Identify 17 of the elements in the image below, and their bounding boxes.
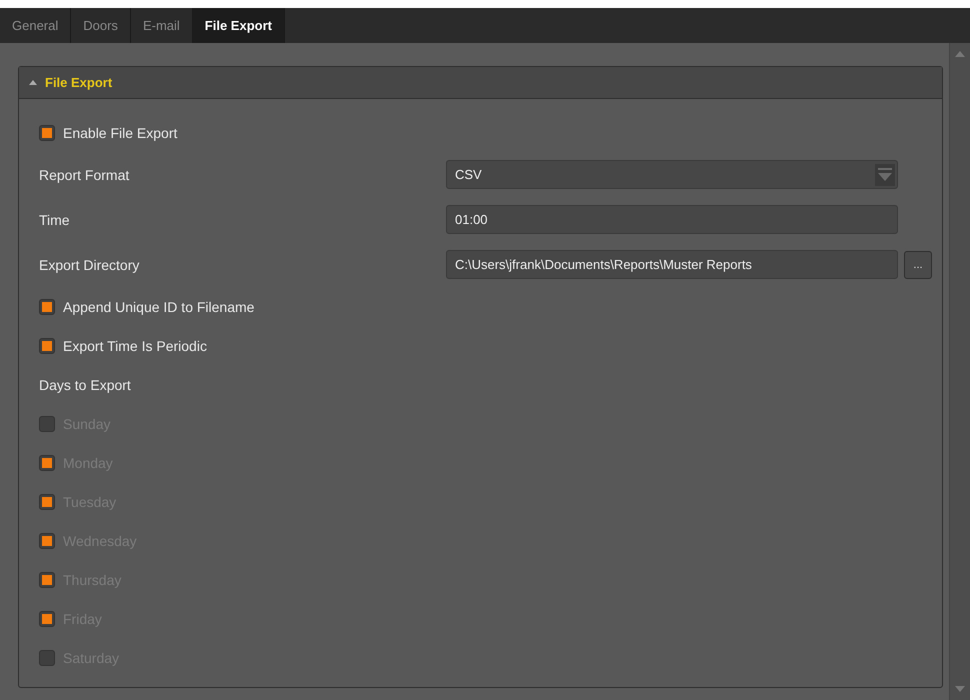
field-label: Time: [39, 212, 71, 228]
checkbox[interactable]: [39, 124, 55, 140]
checkbox[interactable]: [39, 338, 55, 354]
checkbox[interactable]: [39, 298, 55, 314]
field-label: Export Directory: [39, 256, 140, 272]
checkbox-label: Enable File Export: [63, 124, 178, 140]
checkbox-label: Export Time Is Periodic: [63, 338, 207, 354]
directory-field[interactable]: C:\Users\jfrank\Documents\Reports\Muster Reports: [446, 250, 898, 279]
format-dropdown[interactable]: CSV: [446, 160, 898, 189]
section-title: File Export: [45, 75, 112, 90]
collapse-icon[interactable]: [29, 80, 37, 85]
browse-button[interactable]: ...: [904, 250, 932, 278]
checkbox-label: Append Unique ID to Filename: [63, 298, 254, 314]
section-label: Days to Export: [39, 376, 131, 392]
field-label: Report Format: [39, 166, 130, 182]
time-field[interactable]: 01:00: [446, 205, 898, 234]
tab[interactable]: File Export: [192, 8, 285, 43]
